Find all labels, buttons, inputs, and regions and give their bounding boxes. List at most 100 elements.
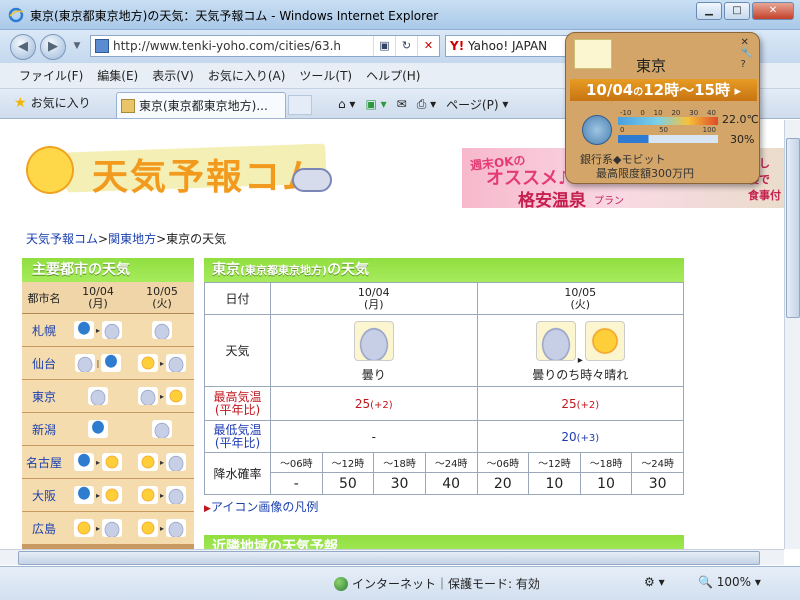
cloud-icon [292,168,332,192]
zone-text: インターネット｜保護モード: 有効 [352,577,540,591]
temperature-bar [618,117,718,125]
rain-icon [73,321,94,339]
cloud-icon [353,320,394,361]
ad-line4: プラン [594,196,624,207]
weather-text-1: 曇り [361,367,386,382]
col-city: 都市名 [27,291,61,305]
weather-cell-1: 曇り [270,314,478,387]
date1: 10/04 (月) [270,282,478,315]
horizontal-scrollbar[interactable] [0,549,784,565]
low-temp-2-diff: (+3) [576,432,600,444]
breadcrumb-region[interactable]: 関東地方 [108,232,156,246]
icon-legend-text[interactable]: アイコン画像の凡例 [211,500,318,514]
gadget-time-band: 10/04の12時〜15時 ▸ [570,79,757,101]
city-link[interactable]: 仙台 [22,355,66,372]
ad-side3: 食事付 [748,189,781,202]
rain-period: 〜18時 [579,452,633,473]
mail-icon[interactable]: ✉ [397,95,407,113]
print-icon[interactable]: ⎙ ▾ [417,95,436,113]
minimize-button[interactable]: ▁ [696,2,722,20]
city-link[interactable]: 大阪 [22,487,66,504]
ie-logo-icon [8,7,24,23]
new-tab-button[interactable] [288,95,312,115]
menu-file[interactable]: ファイル(F) [19,67,83,84]
home-icon[interactable]: ⌂ ▾ [338,95,355,113]
globe-icon [334,576,348,591]
low-temp-label: 最低気温 (平年比) [204,420,271,453]
temp-scale-tick: -10 [620,109,632,117]
site-logo[interactable]: 天気予報コム [14,140,334,202]
city-link[interactable]: 広島 [22,520,66,537]
sun-icon [137,519,158,537]
date-label: 日付 [204,282,271,315]
menu-view[interactable]: 表示(V) [152,67,194,84]
high-temp-1-value: 25 [354,396,371,411]
sun-icon [22,142,78,198]
maximize-button[interactable]: □ [724,2,750,20]
menu-tools[interactable]: ツール(T) [299,67,352,84]
forward-button[interactable]: ▶ [40,34,66,60]
sun-icon [137,453,158,471]
vertical-scrollbar[interactable] [784,120,800,549]
cloud-icon [166,453,186,471]
menu-favorites[interactable]: お気に入り(A) [208,67,286,84]
rain-value: 30 [631,472,684,495]
close-window-button[interactable]: ✕ [752,2,794,20]
weather-gadget[interactable]: 東京 ✕ 🔧? 10/04の12時〜15時 ▸ -10 0 10 20 30 40 0 50 1… [565,32,760,184]
address-bar[interactable]: http://www.tenki-yoho.com/cities/63.h ▣ … [90,35,440,57]
sun-icon [137,486,158,504]
rain-period: 〜12時 [321,452,375,473]
window-title: 東京(東京都東京地方)の天気：天気予報コム - Windows Internet… [30,9,439,23]
stop-icon[interactable]: ✕ [417,36,439,56]
gadget-temp: 22.0℃ [722,113,759,126]
feeds-icon[interactable]: ▣ ▾ [365,95,386,113]
zoom-text: 100% [716,575,752,589]
history-dropdown-icon[interactable]: ▼ [70,34,84,60]
icon-legend-link[interactable]: ▶アイコン画像の凡例 [204,498,318,515]
high-temp-1: 25(+2) [270,386,478,421]
city-row: 仙台 | ▸ [22,347,194,380]
page-content: 天気予報コム 週末OKの オススメ♪ 格安温泉 プラン とし寝で食事付 天気予報… [0,120,784,549]
low-temp-1: - [270,420,478,453]
city-link[interactable]: 東京 [22,388,66,405]
major-cities-title: 主要都市の天気 [22,258,194,282]
vertical-scroll-thumb[interactable] [786,138,800,318]
humidity-bar [618,135,718,143]
refresh-icon[interactable]: ↻ [395,36,417,56]
cloud-icon [535,320,576,361]
security-zone[interactable]: インターネット｜保護モード: 有効 [334,575,540,592]
gadget-controls[interactable]: ✕ 🔧? [741,37,753,70]
address-url[interactable]: http://www.tenki-yoho.com/cities/63.h [113,39,373,53]
compass-icon [582,115,612,145]
cloud-icon [88,387,108,405]
status-bar: インターネット｜保護モード: 有効 ⚙ ▾ 🔍 100% ▾ [0,566,800,600]
zoom-level[interactable]: 🔍 100% ▾ [698,575,761,589]
tab-favicon-icon [121,98,135,113]
menu-edit[interactable]: 編集(E) [97,67,138,84]
city-link[interactable]: 札幌 [22,322,66,339]
rain-period: 〜24時 [631,452,684,473]
low-temp-2: 20(+3) [476,420,684,453]
compatibility-view-icon[interactable]: ▣ [373,36,395,56]
rain-value: - [270,472,323,495]
cloud-icon [102,321,122,339]
city-link[interactable]: 名古屋 [22,454,66,471]
breadcrumb-home[interactable]: 天気予報コム [26,232,98,246]
menu-help[interactable]: ヘルプ(H) [366,67,420,84]
high-temp-2-value: 25 [561,396,577,411]
search-box[interactable]: Y! Yahoo! JAPAN [445,35,575,57]
window-title-bar: 東京(東京都東京地方)の天気：天気予報コム - Windows Internet… [0,0,800,30]
gadget-ad-line2[interactable]: 最高限度額300万円 [596,165,694,181]
back-button[interactable]: ◀ [10,34,36,60]
forecast-region: (東京都東京地方) [240,264,328,277]
page-menu-button[interactable]: ページ(P) ▾ [446,95,508,113]
major-cities-header: 都市名 10/04 (月) 10/05 (火) [22,282,194,314]
rain-value: 30 [373,472,426,495]
security-settings-icon[interactable]: ⚙ ▾ [644,575,665,589]
favorites-button[interactable]: ★ お気に入り [14,94,91,111]
browser-tab[interactable]: 東京(東京都東京地方)... [116,92,286,118]
rain-values-row: - 50 30 40 20 10 10 30 [205,472,684,495]
ad-line3: 格安温泉 [518,191,586,208]
city-link[interactable]: 新潟 [22,421,66,438]
horizontal-scroll-thumb[interactable] [18,551,760,565]
